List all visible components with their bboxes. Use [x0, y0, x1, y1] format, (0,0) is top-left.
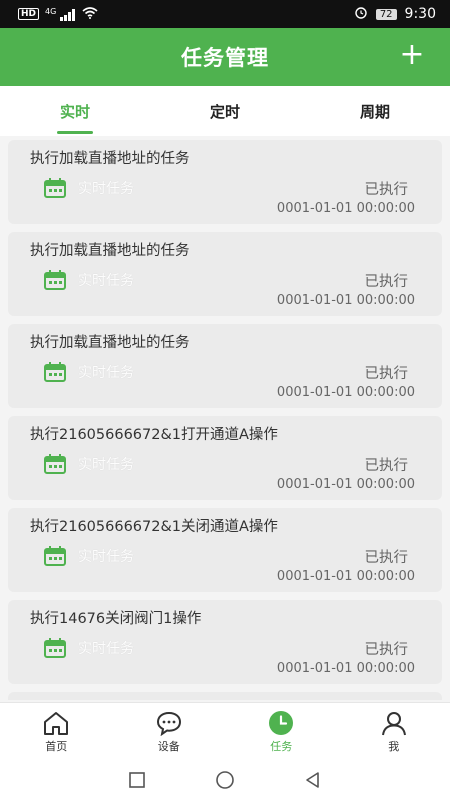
signal-icon: 4G: [45, 7, 76, 22]
calendar-icon: [44, 454, 66, 474]
recent-apps-icon[interactable]: [127, 770, 147, 790]
status-right: 72 9:30: [354, 5, 436, 23]
tab-periodic[interactable]: 周期: [300, 86, 450, 136]
task-card[interactable]: 执行加载直播地址的任务 实时任务 已执行 0001-01-01 00:00:00: [8, 324, 442, 408]
task-card[interactable]: 执行21605666672&1打开通道A操作 实时任务 已执行 0001-01-…: [8, 416, 442, 500]
network-type: 4G: [45, 6, 57, 16]
home-icon: [44, 711, 69, 735]
task-status: 已执行: [364, 642, 409, 658]
task-row: 实时任务: [30, 178, 416, 198]
tab-scheduled[interactable]: 定时: [150, 86, 300, 136]
task-type: 实时任务: [78, 273, 134, 289]
task-title: 执行21605666672&1关闭通道A操作: [30, 519, 278, 535]
nav-devices-label: 设备: [157, 739, 180, 753]
task-type: 实时任务: [78, 181, 134, 197]
clock-time: 9:30: [404, 6, 436, 22]
calendar-icon: [44, 270, 66, 290]
nav-me[interactable]: 我: [338, 703, 450, 760]
task-card[interactable]: 执行21605666672&1关闭通道A操作 实时任务 已执行 0001-01-…: [8, 508, 442, 592]
nav-tasks-label: 任务: [270, 739, 293, 753]
task-type: 实时任务: [78, 365, 134, 381]
battery-indicator: 72: [375, 8, 397, 20]
task-title: 执行加载直播地址的任务: [30, 243, 190, 259]
calendar-icon: [44, 362, 66, 382]
task-row: 实时任务: [30, 546, 416, 566]
chat-icon: [156, 711, 181, 736]
task-title: 执行加载直播地址的任务: [30, 335, 190, 351]
add-task-button[interactable]: +: [396, 40, 428, 72]
clock-icon: [269, 710, 294, 735]
calendar-icon: [44, 638, 66, 658]
user-icon: [381, 711, 406, 735]
task-time: 0001-01-01 00:00:00: [276, 385, 415, 400]
page-title: 任务管理: [181, 46, 269, 70]
status-bar: HD 4G 72 9:30: [0, 0, 450, 28]
task-row: 实时任务: [30, 270, 416, 290]
calendar-icon: [44, 546, 66, 566]
task-card-partial[interactable]: [8, 692, 442, 700]
task-tabs: 实时 定时 周期: [0, 86, 450, 136]
bottom-nav: 首页 设备 任务 我: [0, 702, 450, 760]
alarm-icon: [354, 5, 368, 23]
hd-indicator: HD: [18, 8, 40, 20]
task-title: 执行14676关闭阀门1操作: [30, 611, 202, 627]
task-status: 已执行: [364, 366, 409, 382]
task-list[interactable]: 执行加载直播地址的任务 实时任务 已执行 0001-01-01 00:00:00…: [0, 140, 450, 700]
home-circle-icon[interactable]: [215, 770, 235, 790]
task-type: 实时任务: [78, 641, 134, 657]
nav-home-label: 首页: [45, 739, 68, 753]
calendar-icon: [44, 178, 66, 198]
task-status: 已执行: [364, 274, 409, 290]
system-nav: [0, 760, 450, 800]
task-type: 实时任务: [78, 457, 134, 473]
task-status: 已执行: [364, 458, 409, 474]
task-card[interactable]: 执行加载直播地址的任务 实时任务 已执行 0001-01-01 00:00:00: [8, 232, 442, 316]
task-row: 实时任务: [30, 362, 416, 382]
task-time: 0001-01-01 00:00:00: [276, 477, 415, 492]
nav-home[interactable]: 首页: [0, 703, 113, 760]
task-row: 实时任务: [30, 454, 416, 474]
task-time: 0001-01-01 00:00:00: [276, 661, 415, 676]
task-title: 执行加载直播地址的任务: [30, 151, 190, 167]
task-type: 实时任务: [78, 549, 134, 565]
task-status: 已执行: [364, 182, 409, 198]
nav-devices[interactable]: 设备: [113, 703, 226, 760]
status-left: HD 4G: [18, 7, 98, 22]
task-time: 0001-01-01 00:00:00: [276, 293, 415, 308]
task-status: 已执行: [364, 550, 409, 566]
app-header: 任务管理 +: [0, 28, 450, 86]
nav-me-label: 我: [388, 739, 400, 753]
task-row: 实时任务: [30, 638, 416, 658]
task-time: 0001-01-01 00:00:00: [276, 569, 415, 584]
tab-realtime[interactable]: 实时: [0, 86, 150, 136]
back-triangle-icon[interactable]: [303, 770, 323, 790]
nav-tasks[interactable]: 任务: [225, 703, 338, 760]
task-title: 执行21605666672&1打开通道A操作: [30, 427, 278, 443]
task-card[interactable]: 执行14676关闭阀门1操作 实时任务 已执行 0001-01-01 00:00…: [8, 600, 442, 684]
task-time: 0001-01-01 00:00:00: [276, 201, 415, 216]
task-card[interactable]: 执行加载直播地址的任务 实时任务 已执行 0001-01-01 00:00:00: [8, 140, 442, 224]
wifi-icon: [82, 6, 98, 22]
